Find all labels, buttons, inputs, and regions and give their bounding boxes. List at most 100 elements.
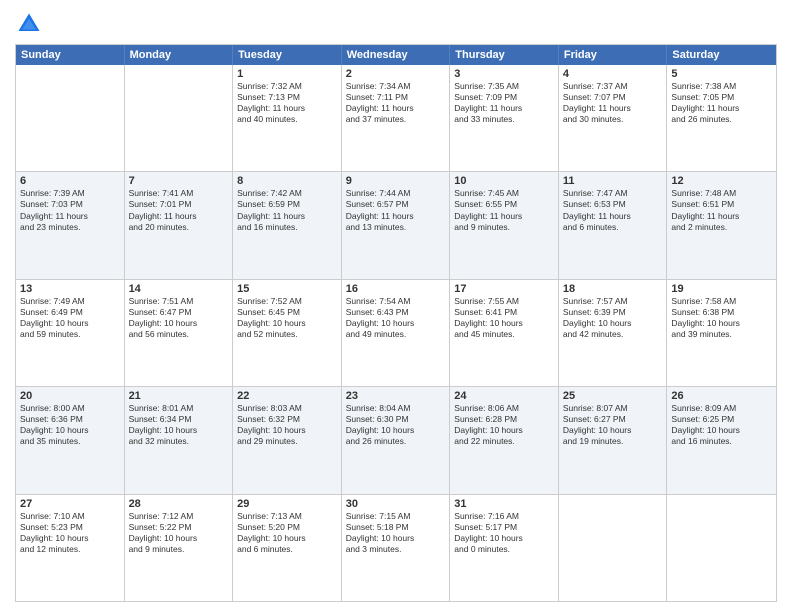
day-number: 24: [454, 390, 554, 402]
day-info: Sunrise: 7:41 AM Sunset: 7:01 PM Dayligh…: [129, 188, 229, 232]
calendar-header: SundayMondayTuesdayWednesdayThursdayFrid…: [16, 45, 776, 65]
day-number: 13: [20, 283, 120, 295]
day-cell-10: 10Sunrise: 7:45 AM Sunset: 6:55 PM Dayli…: [450, 172, 559, 278]
day-number: 19: [671, 283, 772, 295]
day-info: Sunrise: 7:47 AM Sunset: 6:53 PM Dayligh…: [563, 188, 663, 232]
day-number: 21: [129, 390, 229, 402]
day-info: Sunrise: 7:57 AM Sunset: 6:39 PM Dayligh…: [563, 296, 663, 340]
day-number: 23: [346, 390, 446, 402]
day-info: Sunrise: 8:06 AM Sunset: 6:28 PM Dayligh…: [454, 403, 554, 447]
day-info: Sunrise: 7:45 AM Sunset: 6:55 PM Dayligh…: [454, 188, 554, 232]
day-info: Sunrise: 7:13 AM Sunset: 5:20 PM Dayligh…: [237, 511, 337, 555]
day-cell-11: 11Sunrise: 7:47 AM Sunset: 6:53 PM Dayli…: [559, 172, 668, 278]
week-row-5: 27Sunrise: 7:10 AM Sunset: 5:23 PM Dayli…: [16, 494, 776, 601]
day-cell-23: 23Sunrise: 8:04 AM Sunset: 6:30 PM Dayli…: [342, 387, 451, 493]
week-row-3: 13Sunrise: 7:49 AM Sunset: 6:49 PM Dayli…: [16, 279, 776, 386]
day-cell-24: 24Sunrise: 8:06 AM Sunset: 6:28 PM Dayli…: [450, 387, 559, 493]
day-number: 3: [454, 68, 554, 80]
day-info: Sunrise: 8:09 AM Sunset: 6:25 PM Dayligh…: [671, 403, 772, 447]
day-cell-9: 9Sunrise: 7:44 AM Sunset: 6:57 PM Daylig…: [342, 172, 451, 278]
empty-cell: [125, 65, 234, 171]
day-info: Sunrise: 7:12 AM Sunset: 5:22 PM Dayligh…: [129, 511, 229, 555]
day-cell-27: 27Sunrise: 7:10 AM Sunset: 5:23 PM Dayli…: [16, 495, 125, 601]
day-cell-8: 8Sunrise: 7:42 AM Sunset: 6:59 PM Daylig…: [233, 172, 342, 278]
logo-icon: [15, 10, 43, 38]
day-number: 25: [563, 390, 663, 402]
day-info: Sunrise: 7:16 AM Sunset: 5:17 PM Dayligh…: [454, 511, 554, 555]
header: [15, 10, 777, 38]
day-cell-19: 19Sunrise: 7:58 AM Sunset: 6:38 PM Dayli…: [667, 280, 776, 386]
day-cell-6: 6Sunrise: 7:39 AM Sunset: 7:03 PM Daylig…: [16, 172, 125, 278]
day-cell-4: 4Sunrise: 7:37 AM Sunset: 7:07 PM Daylig…: [559, 65, 668, 171]
empty-cell: [559, 495, 668, 601]
day-number: 14: [129, 283, 229, 295]
day-number: 31: [454, 498, 554, 510]
day-cell-1: 1Sunrise: 7:32 AM Sunset: 7:13 PM Daylig…: [233, 65, 342, 171]
day-number: 7: [129, 175, 229, 187]
day-info: Sunrise: 7:48 AM Sunset: 6:51 PM Dayligh…: [671, 188, 772, 232]
empty-cell: [667, 495, 776, 601]
day-cell-30: 30Sunrise: 7:15 AM Sunset: 5:18 PM Dayli…: [342, 495, 451, 601]
day-number: 6: [20, 175, 120, 187]
day-number: 26: [671, 390, 772, 402]
day-info: Sunrise: 7:37 AM Sunset: 7:07 PM Dayligh…: [563, 81, 663, 125]
day-info: Sunrise: 7:35 AM Sunset: 7:09 PM Dayligh…: [454, 81, 554, 125]
day-number: 8: [237, 175, 337, 187]
header-day-friday: Friday: [559, 45, 668, 65]
header-day-sunday: Sunday: [16, 45, 125, 65]
day-cell-7: 7Sunrise: 7:41 AM Sunset: 7:01 PM Daylig…: [125, 172, 234, 278]
day-info: Sunrise: 8:04 AM Sunset: 6:30 PM Dayligh…: [346, 403, 446, 447]
week-row-1: 1Sunrise: 7:32 AM Sunset: 7:13 PM Daylig…: [16, 65, 776, 171]
day-number: 2: [346, 68, 446, 80]
day-number: 9: [346, 175, 446, 187]
day-number: 12: [671, 175, 772, 187]
day-number: 11: [563, 175, 663, 187]
day-info: Sunrise: 7:58 AM Sunset: 6:38 PM Dayligh…: [671, 296, 772, 340]
day-info: Sunrise: 7:38 AM Sunset: 7:05 PM Dayligh…: [671, 81, 772, 125]
day-info: Sunrise: 8:01 AM Sunset: 6:34 PM Dayligh…: [129, 403, 229, 447]
empty-cell: [16, 65, 125, 171]
day-cell-28: 28Sunrise: 7:12 AM Sunset: 5:22 PM Dayli…: [125, 495, 234, 601]
day-cell-31: 31Sunrise: 7:16 AM Sunset: 5:17 PM Dayli…: [450, 495, 559, 601]
day-cell-16: 16Sunrise: 7:54 AM Sunset: 6:43 PM Dayli…: [342, 280, 451, 386]
day-info: Sunrise: 7:39 AM Sunset: 7:03 PM Dayligh…: [20, 188, 120, 232]
day-cell-15: 15Sunrise: 7:52 AM Sunset: 6:45 PM Dayli…: [233, 280, 342, 386]
day-number: 22: [237, 390, 337, 402]
day-info: Sunrise: 7:32 AM Sunset: 7:13 PM Dayligh…: [237, 81, 337, 125]
day-number: 17: [454, 283, 554, 295]
day-info: Sunrise: 8:03 AM Sunset: 6:32 PM Dayligh…: [237, 403, 337, 447]
day-cell-18: 18Sunrise: 7:57 AM Sunset: 6:39 PM Dayli…: [559, 280, 668, 386]
day-info: Sunrise: 8:07 AM Sunset: 6:27 PM Dayligh…: [563, 403, 663, 447]
day-cell-25: 25Sunrise: 8:07 AM Sunset: 6:27 PM Dayli…: [559, 387, 668, 493]
day-cell-21: 21Sunrise: 8:01 AM Sunset: 6:34 PM Dayli…: [125, 387, 234, 493]
day-cell-20: 20Sunrise: 8:00 AM Sunset: 6:36 PM Dayli…: [16, 387, 125, 493]
day-info: Sunrise: 7:44 AM Sunset: 6:57 PM Dayligh…: [346, 188, 446, 232]
day-cell-3: 3Sunrise: 7:35 AM Sunset: 7:09 PM Daylig…: [450, 65, 559, 171]
day-number: 1: [237, 68, 337, 80]
day-info: Sunrise: 7:10 AM Sunset: 5:23 PM Dayligh…: [20, 511, 120, 555]
day-number: 4: [563, 68, 663, 80]
day-cell-29: 29Sunrise: 7:13 AM Sunset: 5:20 PM Dayli…: [233, 495, 342, 601]
day-cell-2: 2Sunrise: 7:34 AM Sunset: 7:11 PM Daylig…: [342, 65, 451, 171]
calendar: SundayMondayTuesdayWednesdayThursdayFrid…: [15, 44, 777, 602]
header-day-monday: Monday: [125, 45, 234, 65]
day-info: Sunrise: 7:49 AM Sunset: 6:49 PM Dayligh…: [20, 296, 120, 340]
day-info: Sunrise: 7:42 AM Sunset: 6:59 PM Dayligh…: [237, 188, 337, 232]
day-info: Sunrise: 7:51 AM Sunset: 6:47 PM Dayligh…: [129, 296, 229, 340]
calendar-body: 1Sunrise: 7:32 AM Sunset: 7:13 PM Daylig…: [16, 65, 776, 601]
header-day-thursday: Thursday: [450, 45, 559, 65]
day-cell-12: 12Sunrise: 7:48 AM Sunset: 6:51 PM Dayli…: [667, 172, 776, 278]
day-number: 16: [346, 283, 446, 295]
day-cell-14: 14Sunrise: 7:51 AM Sunset: 6:47 PM Dayli…: [125, 280, 234, 386]
week-row-4: 20Sunrise: 8:00 AM Sunset: 6:36 PM Dayli…: [16, 386, 776, 493]
header-day-tuesday: Tuesday: [233, 45, 342, 65]
logo: [15, 10, 47, 38]
day-info: Sunrise: 8:00 AM Sunset: 6:36 PM Dayligh…: [20, 403, 120, 447]
day-number: 15: [237, 283, 337, 295]
week-row-2: 6Sunrise: 7:39 AM Sunset: 7:03 PM Daylig…: [16, 171, 776, 278]
day-info: Sunrise: 7:54 AM Sunset: 6:43 PM Dayligh…: [346, 296, 446, 340]
day-cell-5: 5Sunrise: 7:38 AM Sunset: 7:05 PM Daylig…: [667, 65, 776, 171]
day-number: 30: [346, 498, 446, 510]
header-day-wednesday: Wednesday: [342, 45, 451, 65]
day-info: Sunrise: 7:52 AM Sunset: 6:45 PM Dayligh…: [237, 296, 337, 340]
